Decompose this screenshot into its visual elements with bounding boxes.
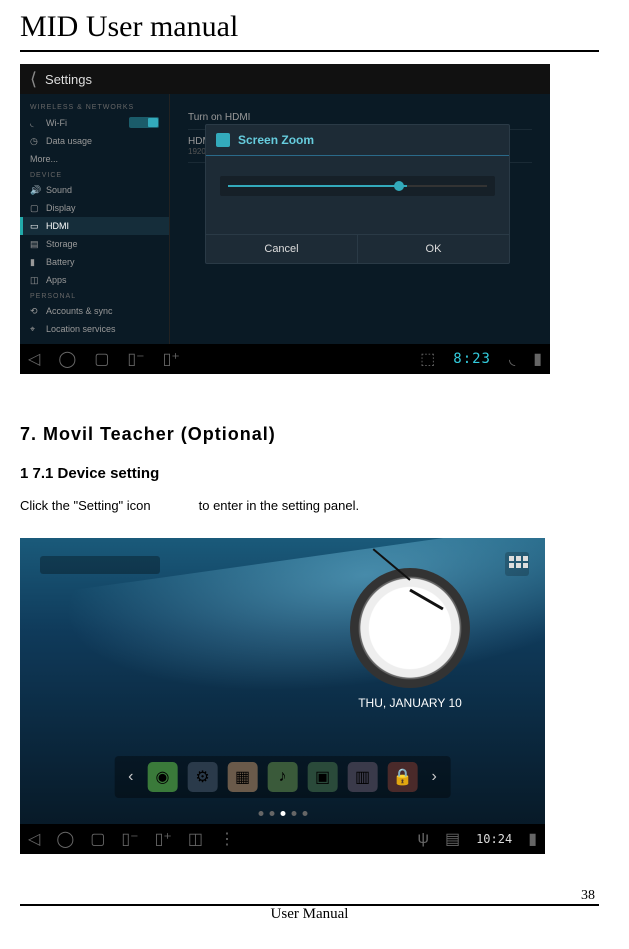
sidebar-item-label: Display <box>46 203 76 213</box>
dock-app-lock[interactable]: 🔒 <box>388 762 418 792</box>
sidebar-section-wireless: WIRELESS & NETWORKS <box>20 100 169 113</box>
storage-icon: ▤ <box>30 239 40 249</box>
sidebar-item-more[interactable]: More... <box>20 150 169 168</box>
screen-zoom-dialog: Screen Zoom Cancel OK <box>205 124 510 264</box>
apps-drawer-button[interactable] <box>505 552 529 576</box>
notification-icon[interactable]: ⬚ <box>420 349 435 369</box>
section-heading: 7. Movil Teacher (Optional) <box>20 424 599 445</box>
apps-icon: ◫ <box>30 275 40 285</box>
sound-icon: 🔊 <box>30 185 40 195</box>
sidebar-item-label: Data usage <box>46 136 92 146</box>
sidebar-item-label: Apps <box>46 275 67 285</box>
zoom-slider[interactable] <box>220 176 495 196</box>
sidebar-item-data-usage[interactable]: ◷ Data usage <box>20 132 169 150</box>
nav-recent-icon[interactable]: ▢ <box>94 349 109 369</box>
page-footer: 38 User Manual <box>20 888 599 923</box>
dock-app-browser[interactable]: ◉ <box>148 762 178 792</box>
back-icon[interactable]: ⟨ <box>30 69 37 90</box>
screenshot-homescreen: THU, JANUARY 10 ‹ ◉ ⚙ ▦ ♪ ▣ ▥ 🔒 › ◁ ◯ ▢ ▯⁻ ▯⁺ … <box>20 538 545 854</box>
app-dock: ‹ ◉ ⚙ ▦ ♪ ▣ ▥ 🔒 › <box>114 756 451 798</box>
sidebar-section-device: DEVICE <box>20 168 169 181</box>
status-wifi-icon: ◟ <box>509 349 515 369</box>
sidebar-section-personal: PERSONAL <box>20 289 169 302</box>
sidebar-item-sound[interactable]: 🔊 Sound <box>20 181 169 199</box>
wifi-toggle[interactable] <box>129 117 159 128</box>
sidebar-item-label: Wi-Fi <box>46 118 67 128</box>
notification-usb-icon[interactable]: ψ <box>418 830 429 848</box>
cancel-button[interactable]: Cancel <box>206 235 358 263</box>
clock-widget[interactable]: THU, JANUARY 10 <box>315 568 505 728</box>
nav-menu-icon[interactable]: ⋮ <box>219 829 235 849</box>
settings-app-icon <box>157 496 193 514</box>
sidebar-item-label: Accounts & sync <box>46 306 113 316</box>
settings-title: Settings <box>45 72 92 87</box>
dock-app-gallery[interactable]: ▦ <box>228 762 258 792</box>
status-battery-icon: ▮ <box>528 829 537 849</box>
body-text: Click the "Setting" icon to enter in the… <box>20 496 599 514</box>
nav-home-icon[interactable]: ◯ <box>58 349 76 369</box>
status-battery-icon: ▮ <box>533 349 542 369</box>
sidebar-item-label: Storage <box>46 239 78 249</box>
hdmi-icon: ▭ <box>30 221 40 231</box>
settings-topbar: ⟨ Settings <box>20 64 550 94</box>
status-clock: 8:23 <box>453 351 491 367</box>
dialog-title: Screen Zoom <box>238 133 314 147</box>
display-icon: ▢ <box>30 203 40 213</box>
sidebar-item-accounts[interactable]: ⟲ Accounts & sync <box>20 302 169 320</box>
nav-volup-icon[interactable]: ▯⁺ <box>163 349 180 369</box>
body-prefix: Click the "Setting" icon <box>20 498 151 513</box>
dock-app-market[interactable]: ▣ <box>308 762 338 792</box>
doc-title: MID User manual <box>20 10 599 44</box>
sidebar-item-storage[interactable]: ▤ Storage <box>20 235 169 253</box>
nav-voldown-icon[interactable]: ▯⁻ <box>121 829 138 849</box>
sidebar-item-label: HDMI <box>46 221 69 231</box>
content-label: Turn on HDMI <box>188 112 250 123</box>
sidebar-item-hdmi[interactable]: ▭ HDMI <box>20 217 169 235</box>
wifi-icon: ◟ <box>30 118 40 128</box>
settings-sidebar: WIRELESS & NETWORKS ◟ Wi-Fi ◷ Data usage… <box>20 94 170 344</box>
page-indicator <box>258 811 307 816</box>
system-navbar-home: ◁ ◯ ▢ ▯⁻ ▯⁺ ◫ ⋮ ψ ▤ 10:24 ▮ <box>20 824 545 854</box>
body-suffix: to enter in the setting panel. <box>199 498 359 513</box>
sidebar-item-label: Sound <box>46 185 72 195</box>
analog-clock-face <box>350 568 470 688</box>
sidebar-item-apps[interactable]: ◫ Apps <box>20 271 169 289</box>
dock-app-music[interactable]: ♪ <box>268 762 298 792</box>
screenshot-settings: ⟨ Settings WIRELESS & NETWORKS ◟ Wi-Fi ◷… <box>20 64 550 374</box>
status-clock: 10:24 <box>476 832 512 846</box>
sidebar-item-battery[interactable]: ▮ Battery <box>20 253 169 271</box>
nav-back-icon[interactable]: ◁ <box>28 829 40 849</box>
sidebar-item-label: Location services <box>46 324 116 334</box>
sidebar-item-location[interactable]: ⌖ Location services <box>20 320 169 338</box>
sidebar-item-label: Battery <box>46 257 75 267</box>
data-usage-icon: ◷ <box>30 136 40 146</box>
dock-app-calendar[interactable]: ▥ <box>348 762 378 792</box>
dock-next-icon[interactable]: › <box>428 768 441 786</box>
sidebar-item-wifi[interactable]: ◟ Wi-Fi <box>20 113 169 132</box>
subsection-heading: 1 7.1 Device setting <box>20 465 599 482</box>
notification-sd-icon[interactable]: ▤ <box>445 829 460 849</box>
sync-icon: ⟲ <box>30 306 40 316</box>
location-icon: ⌖ <box>30 324 40 334</box>
system-navbar: ◁ ◯ ▢ ▯⁻ ▯⁺ ⬚ 8:23 ◟ ▮ <box>20 344 550 374</box>
sidebar-item-display[interactable]: ▢ Display <box>20 199 169 217</box>
ok-button[interactable]: OK <box>358 235 509 263</box>
sidebar-item-label: More... <box>30 154 58 164</box>
nav-volup-icon[interactable]: ▯⁺ <box>155 829 172 849</box>
clock-date: THU, JANUARY 10 <box>315 696 505 710</box>
top-divider <box>20 50 599 52</box>
nav-voldown-icon[interactable]: ▯⁻ <box>127 349 144 369</box>
dialog-title-row: Screen Zoom <box>206 125 509 156</box>
nav-home-icon[interactable]: ◯ <box>56 829 74 849</box>
dock-prev-icon[interactable]: ‹ <box>124 768 137 786</box>
nav-back-icon[interactable]: ◁ <box>28 349 40 369</box>
nav-screenshot-icon[interactable]: ◫ <box>188 829 203 849</box>
nav-recent-icon[interactable]: ▢ <box>90 829 105 849</box>
search-widget[interactable] <box>40 556 160 574</box>
footer-label: User Manual <box>20 906 599 923</box>
battery-icon: ▮ <box>30 257 40 267</box>
page-number: 38 <box>581 888 599 904</box>
zoom-icon <box>216 133 230 147</box>
dock-app-settings[interactable]: ⚙ <box>188 762 218 792</box>
